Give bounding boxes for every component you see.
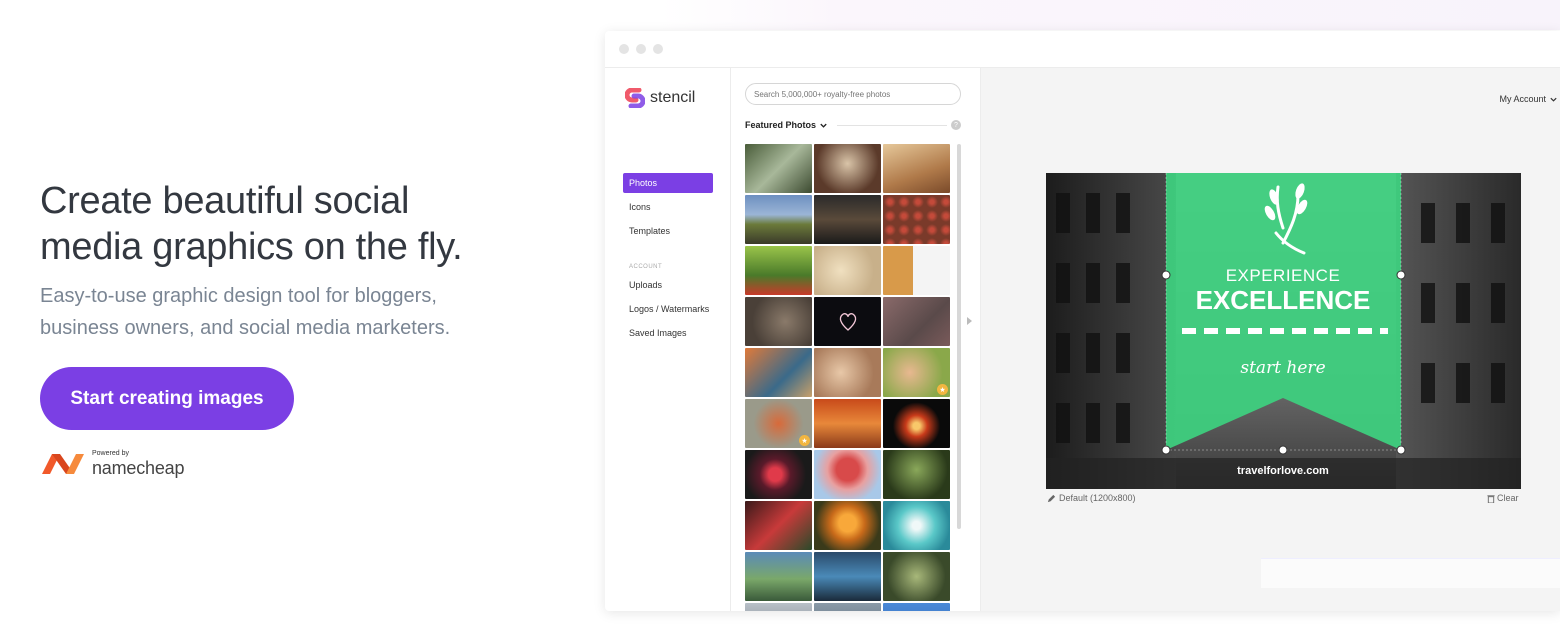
hero-subtitle-line-2: business owners, and social media market… bbox=[40, 317, 451, 339]
window-dot-icon bbox=[653, 44, 663, 54]
partner-name: namecheap bbox=[92, 458, 185, 478]
windows-right bbox=[1421, 203, 1505, 403]
brand-name: stencil bbox=[650, 89, 696, 106]
photo-thumbnail[interactable] bbox=[814, 450, 881, 499]
photo-thumbnail[interactable] bbox=[745, 195, 812, 244]
divider bbox=[837, 125, 947, 126]
photo-thumbnail[interactable] bbox=[883, 501, 950, 550]
sidebar-item-templates[interactable]: Templates bbox=[623, 221, 713, 241]
photo-thumbnail[interactable] bbox=[814, 246, 881, 295]
window-dot-icon bbox=[636, 44, 646, 54]
photo-thumbnail[interactable] bbox=[883, 399, 950, 448]
my-account-menu[interactable]: My Account bbox=[1499, 94, 1558, 104]
headline-main: EXCELLENCE bbox=[1196, 285, 1371, 315]
featured-photos-label: Featured Photos bbox=[745, 120, 817, 130]
photo-thumbnail[interactable] bbox=[883, 450, 950, 499]
photo-thumbnail[interactable] bbox=[745, 603, 812, 611]
clear-label: Clear bbox=[1497, 493, 1519, 503]
design-canvas[interactable]: EXPERIENCE EXCELLENCE start here travelf… bbox=[1046, 173, 1521, 489]
photo-thumbnail[interactable] bbox=[814, 195, 881, 244]
sidebar-item-logos-watermarks[interactable]: Logos / Watermarks bbox=[623, 299, 713, 319]
photo-search-input[interactable] bbox=[745, 83, 961, 105]
sidebar-item-uploads[interactable]: Uploads bbox=[623, 275, 713, 295]
window-dot-icon bbox=[619, 44, 629, 54]
hero-title: Create beautiful social media graphics o… bbox=[40, 178, 560, 270]
photo-thumbnail[interactable] bbox=[745, 501, 812, 550]
hero-section: Create beautiful social media graphics o… bbox=[40, 178, 560, 344]
photo-thumbnail[interactable] bbox=[814, 399, 881, 448]
photo-grid: ★ ★ bbox=[745, 144, 952, 611]
hero-subtitle: Easy-to-use graphic design tool for blog… bbox=[40, 280, 510, 344]
my-account-label: My Account bbox=[1499, 94, 1546, 104]
photo-thumbnail[interactable]: ★ bbox=[745, 399, 812, 448]
headline-top: EXPERIENCE bbox=[1226, 266, 1341, 285]
photo-thumbnail[interactable] bbox=[814, 603, 881, 611]
heart-neon-icon bbox=[839, 312, 856, 331]
help-icon[interactable]: ? bbox=[951, 120, 961, 130]
window-titlebar bbox=[605, 31, 1560, 68]
stencil-logo-icon bbox=[625, 88, 645, 108]
hero-subtitle-line-1: Easy-to-use graphic design tool for blog… bbox=[40, 285, 437, 307]
photo-thumbnail[interactable]: ★ bbox=[883, 348, 950, 397]
premium-star-icon: ★ bbox=[937, 384, 948, 395]
chevron-down-icon bbox=[1550, 97, 1557, 102]
premium-star-icon: ★ bbox=[799, 435, 810, 446]
photo-thumbnail[interactable] bbox=[745, 297, 812, 346]
photo-thumbnail[interactable] bbox=[883, 246, 950, 295]
bottom-toolbar-panel bbox=[1261, 558, 1560, 588]
hero-title-line-2: media graphics on the fly. bbox=[40, 226, 463, 268]
chevron-down-icon bbox=[820, 123, 827, 128]
powered-by-namecheap[interactable]: Powered by namecheap bbox=[40, 450, 184, 478]
hero-title-line-1: Create beautiful social bbox=[40, 180, 410, 222]
photo-thumbnail[interactable] bbox=[883, 552, 950, 601]
start-creating-images-button[interactable]: Start creating images bbox=[40, 367, 294, 430]
photo-thumbnail[interactable] bbox=[745, 450, 812, 499]
photo-thumbnail[interactable] bbox=[814, 501, 881, 550]
background-accent bbox=[660, 0, 1560, 30]
canvas-size-label: Default (1200x800) bbox=[1059, 493, 1136, 503]
app-sidebar: stencil Photos Icons Templates ACCOUNT U… bbox=[605, 68, 731, 611]
featured-photos-dropdown[interactable]: Featured Photos bbox=[745, 120, 828, 130]
pencil-icon bbox=[1047, 494, 1056, 502]
namecheap-logo-icon bbox=[42, 454, 84, 474]
collapse-panel-arrow-icon[interactable] bbox=[967, 317, 972, 325]
sidebar-item-saved-images[interactable]: Saved Images bbox=[623, 323, 713, 343]
photo-thumbnail[interactable] bbox=[883, 195, 950, 244]
photo-thumbnail[interactable] bbox=[814, 297, 881, 346]
photo-thumbnail[interactable] bbox=[883, 297, 950, 346]
sidebar-section-account: ACCOUNT bbox=[629, 264, 663, 270]
sidebar-item-photos[interactable]: Photos bbox=[623, 173, 713, 193]
photo-thumbnail[interactable] bbox=[814, 552, 881, 601]
photo-thumbnail[interactable] bbox=[745, 144, 812, 193]
photo-thumbnail[interactable] bbox=[745, 552, 812, 601]
clear-canvas-button[interactable]: Clear bbox=[1487, 493, 1519, 503]
photo-grid-scrollbar[interactable] bbox=[957, 144, 961, 529]
url-text: travelforlove.com bbox=[1237, 465, 1329, 477]
powered-by-text: Powered by namecheap bbox=[92, 450, 184, 478]
photo-thumbnail[interactable] bbox=[814, 348, 881, 397]
canvas-size-selector[interactable]: Default (1200x800) bbox=[1047, 493, 1136, 503]
photo-thumbnail[interactable] bbox=[745, 246, 812, 295]
photos-panel: Featured Photos ? bbox=[731, 68, 981, 611]
photo-thumbnail[interactable] bbox=[883, 144, 950, 193]
sidebar-item-icons[interactable]: Icons bbox=[623, 197, 713, 217]
canvas-area: My Account EXPERIENCE EXCELLENCE start h… bbox=[981, 68, 1560, 611]
photo-thumbnail[interactable] bbox=[883, 603, 950, 611]
script-text: start here bbox=[1240, 358, 1325, 378]
photo-thumbnail[interactable] bbox=[814, 144, 881, 193]
photo-thumbnail[interactable] bbox=[745, 348, 812, 397]
trash-icon bbox=[1487, 494, 1495, 503]
stencil-brand[interactable]: stencil bbox=[625, 88, 695, 108]
app-preview-window: stencil Photos Icons Templates ACCOUNT U… bbox=[605, 31, 1560, 611]
powered-by-label: Powered by bbox=[92, 450, 129, 457]
